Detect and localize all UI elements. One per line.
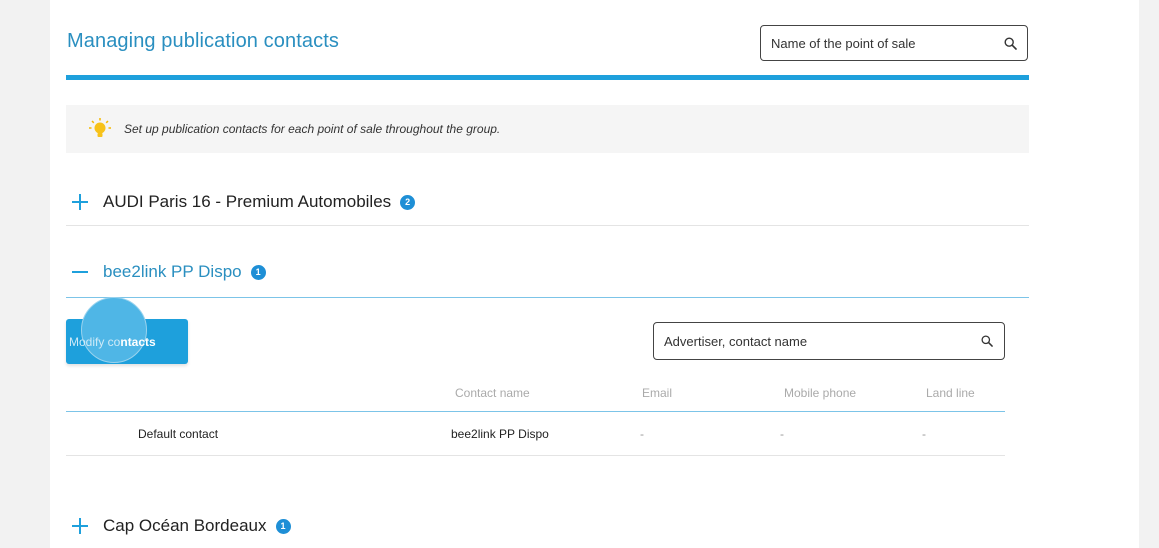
search-icon[interactable] bbox=[980, 334, 994, 348]
plus-icon[interactable] bbox=[71, 193, 89, 211]
column-header-email: Email bbox=[642, 386, 673, 400]
row-label: Default contact bbox=[138, 427, 219, 441]
count-badge: 2 bbox=[400, 194, 416, 210]
group-name: bee2link PP Dispo bbox=[103, 262, 242, 281]
cell-email: - bbox=[640, 427, 644, 441]
modify-contacts-label-start: Modify co bbox=[69, 334, 121, 349]
header-divider-bar bbox=[66, 75, 1029, 80]
cell-mobile-phone: - bbox=[780, 427, 784, 441]
column-header-mobile-phone: Mobile phone bbox=[784, 386, 857, 400]
table-header-divider bbox=[66, 411, 1005, 412]
contact-search-input[interactable]: Advertiser, contact name bbox=[653, 322, 1005, 360]
click-ripple bbox=[81, 297, 147, 363]
column-header-land-line: Land line bbox=[926, 386, 975, 400]
group-name: AUDI Paris 16 - Premium Automobiles bbox=[103, 192, 392, 211]
table-row-divider bbox=[66, 455, 1005, 456]
count-badge: 1 bbox=[275, 518, 291, 534]
contact-search-placeholder: Advertiser, contact name bbox=[664, 333, 808, 349]
plus-icon[interactable] bbox=[71, 517, 89, 535]
lightbulb-icon bbox=[88, 117, 112, 141]
point-of-sale-search-placeholder: Name of the point of sale bbox=[771, 35, 916, 51]
group-divider-active bbox=[66, 297, 1029, 298]
group-row-bee2link[interactable]: bee2link PP Dispo 1 bbox=[66, 262, 1029, 282]
info-banner-text: Set up publication contacts for each poi… bbox=[124, 122, 501, 136]
info-banner: Set up publication contacts for each poi… bbox=[66, 105, 1029, 153]
page-title: Managing publication contacts bbox=[67, 30, 339, 52]
minus-icon[interactable] bbox=[71, 263, 89, 281]
group-name: Cap Océan Bordeaux bbox=[103, 516, 267, 535]
count-badge: 1 bbox=[250, 264, 266, 280]
cell-contact-name: bee2link PP Dispo bbox=[451, 427, 549, 441]
group-divider bbox=[66, 225, 1029, 226]
point-of-sale-search-input[interactable]: Name of the point of sale bbox=[760, 25, 1028, 61]
modify-contacts-label-end: ntacts bbox=[120, 334, 156, 349]
cell-land-line: - bbox=[922, 427, 926, 441]
column-header-contact-name: Contact name bbox=[455, 386, 530, 400]
search-icon[interactable] bbox=[1003, 36, 1017, 50]
group-row-cap-ocean[interactable]: Cap Océan Bordeaux 1 bbox=[66, 516, 1029, 536]
group-row-audi-paris[interactable]: AUDI Paris 16 - Premium Automobiles 2 bbox=[66, 192, 1029, 212]
